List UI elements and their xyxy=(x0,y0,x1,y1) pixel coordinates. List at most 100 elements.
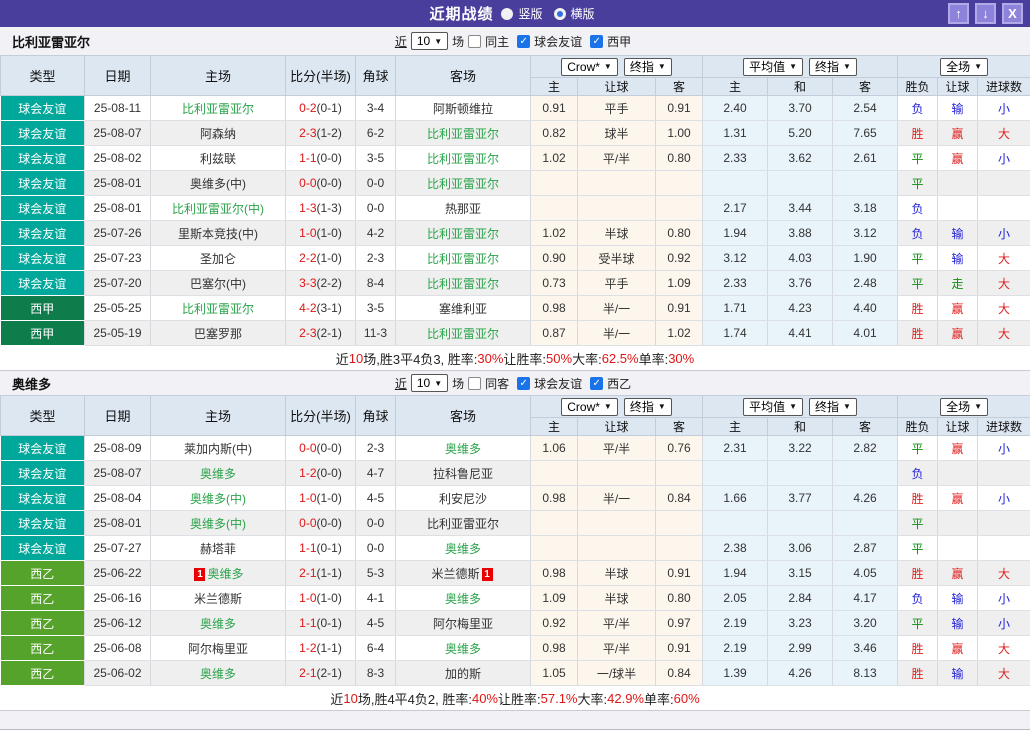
match-row: 西乙 25-06-08 阿尔梅里亚 1-2(1-1) 6-4 奥维多 0.98 … xyxy=(1,636,1030,661)
filter-league-checkbox[interactable]: ✓ xyxy=(590,35,603,48)
scope-select[interactable]: 全场▼ xyxy=(940,58,988,76)
result-handicap: 赢 xyxy=(938,296,978,321)
match-row: 西乙 25-06-22 1奥维多 2-1(1-1) 5-3 米兰德斯1 0.98… xyxy=(1,561,1030,586)
home-team: 圣加仑 xyxy=(151,246,286,271)
match-date: 25-06-02 xyxy=(85,661,151,686)
avg-away-odds: 1.90 xyxy=(833,246,898,271)
col-avg-draw: 和 xyxy=(768,78,833,96)
result-handicap xyxy=(938,536,978,561)
home-team: 巴塞尔(中) xyxy=(151,271,286,296)
avg-stage-select[interactable]: 终指▼ xyxy=(809,58,857,76)
bookmaker-select[interactable]: Crow*▼ xyxy=(561,398,618,416)
filter-controls: 近 10▼ 场 同客 ✓ 球会友谊 ✓ 西乙 xyxy=(0,374,1030,392)
bookmaker-select[interactable]: Crow*▼ xyxy=(561,58,618,76)
near-link[interactable]: 近 xyxy=(395,33,407,50)
col-avg-away: 客 xyxy=(833,418,898,436)
same-venue-checkbox[interactable] xyxy=(468,35,481,48)
summary-text: 大率: xyxy=(578,689,608,708)
match-row: 球会友谊 25-08-02 利兹联 1-1(0-0) 3-5 比利亚雷亚尔 1.… xyxy=(1,146,1030,171)
filter-friendly-checkbox[interactable]: ✓ xyxy=(517,377,530,390)
match-type-badge: 西乙 xyxy=(1,661,85,686)
result-goals xyxy=(978,511,1030,536)
avg-home-odds: 3.12 xyxy=(703,246,768,271)
chevron-down-icon: ▼ xyxy=(843,402,851,411)
odds-stage-select[interactable]: 终指▼ xyxy=(624,58,672,76)
move-up-button[interactable]: ↑ xyxy=(948,3,969,24)
score: 1-1(0-1) xyxy=(286,536,356,561)
avg-home-odds: 2.38 xyxy=(703,536,768,561)
score: 1-0(1-0) xyxy=(286,586,356,611)
result-handicap xyxy=(938,461,978,486)
near-link[interactable]: 近 xyxy=(395,375,407,392)
handicap-line xyxy=(578,461,656,486)
handicap-away-odds: 0.80 xyxy=(656,146,703,171)
match-type-badge: 球会友谊 xyxy=(1,196,85,221)
match-row: 球会友谊 25-08-01 比利亚雷亚尔(中) 1-3(1-3) 0-0 热那亚… xyxy=(1,196,1030,221)
fulltime-score: 0-0 xyxy=(299,516,316,530)
match-row: 球会友谊 25-07-26 里斯本竞技(中) 1-0(1-0) 4-2 比利亚雷… xyxy=(1,221,1030,246)
corner-score: 4-7 xyxy=(356,461,396,486)
result-handicap: 输 xyxy=(938,611,978,636)
handicap-line: 半/一 xyxy=(578,321,656,346)
handicap-home-odds xyxy=(531,461,578,486)
match-row: 西甲 25-05-19 巴塞罗那 2-3(2-1) 11-3 比利亚雷亚尔 0.… xyxy=(1,321,1030,346)
move-down-button[interactable]: ↓ xyxy=(975,3,996,24)
filter-friendly-label: 球会友谊 xyxy=(534,375,582,392)
col-score: 比分(半场) xyxy=(286,396,356,436)
summary-stat-value: 10 xyxy=(349,351,363,366)
match-count-select[interactable]: 10▼ xyxy=(411,374,448,392)
home-team: 比利亚雷亚尔(中) xyxy=(151,196,286,221)
summary-text: 近 xyxy=(336,349,349,368)
chevron-down-icon: ▼ xyxy=(434,37,442,46)
handicap-line: 平/半 xyxy=(578,146,656,171)
result-goals: 小 xyxy=(978,486,1030,511)
same-venue-checkbox[interactable] xyxy=(468,377,481,390)
match-date: 25-06-16 xyxy=(85,586,151,611)
fulltime-score: 1-1 xyxy=(299,151,316,165)
match-date: 25-06-08 xyxy=(85,636,151,661)
odds-stage-select[interactable]: 终指▼ xyxy=(624,398,672,416)
handicap-home-odds: 0.82 xyxy=(531,121,578,146)
recent-results-panel: 近期战绩 竖版 横版 ↑ ↓ X 比利亚雷亚尔 近 10▼ 场 同主 ✓ xyxy=(0,0,1030,730)
summary-row: 近10场,胜3平4负3, 胜率:30% 让胜率:50% 大率:62.5% 单率:… xyxy=(0,346,1030,371)
home-team: 利兹联 xyxy=(151,146,286,171)
average-select[interactable]: 平均值▼ xyxy=(743,58,803,76)
away-team: 米兰德斯1 xyxy=(396,561,531,586)
handicap-home-odds: 0.87 xyxy=(531,321,578,346)
layout-vertical-radio[interactable] xyxy=(501,8,513,20)
result-handicap: 赢 xyxy=(938,636,978,661)
match-count-select[interactable]: 10▼ xyxy=(411,32,448,50)
match-row: 球会友谊 25-08-09 莱加内斯(中) 0-0(0-0) 2-3 奥维多 1… xyxy=(1,436,1030,461)
avg-away-odds xyxy=(833,171,898,196)
filter-league-checkbox[interactable]: ✓ xyxy=(590,377,603,390)
home-team: 阿森纳 xyxy=(151,121,286,146)
result-handicap: 输 xyxy=(938,661,978,686)
handicap-away-odds: 0.91 xyxy=(656,561,703,586)
halftime-score: (0-0) xyxy=(317,466,342,480)
avg-stage-select[interactable]: 终指▼ xyxy=(809,398,857,416)
layout-horizontal-radio[interactable] xyxy=(554,8,566,20)
score: 1-1(0-1) xyxy=(286,611,356,636)
filter-friendly-checkbox[interactable]: ✓ xyxy=(517,35,530,48)
away-team: 比利亚雷亚尔 xyxy=(396,146,531,171)
handicap-line: 一/球半 xyxy=(578,661,656,686)
result-handicap xyxy=(938,196,978,221)
average-select[interactable]: 平均值▼ xyxy=(743,398,803,416)
handicap-home-odds: 0.98 xyxy=(531,636,578,661)
home-team: 比利亚雷亚尔 xyxy=(151,296,286,321)
col-date: 日期 xyxy=(85,396,151,436)
close-button[interactable]: X xyxy=(1002,3,1023,24)
match-date: 25-06-12 xyxy=(85,611,151,636)
result-wdl: 负 xyxy=(898,221,938,246)
chevron-down-icon: ▼ xyxy=(604,402,612,411)
avg-home-odds: 2.33 xyxy=(703,146,768,171)
col-avg-draw: 和 xyxy=(768,418,833,436)
corner-score: 3-5 xyxy=(356,296,396,321)
handicap-line: 半球 xyxy=(578,221,656,246)
handicap-away-odds: 0.84 xyxy=(656,486,703,511)
match-type-badge: 球会友谊 xyxy=(1,121,85,146)
away-team: 阿斯顿维拉 xyxy=(396,96,531,121)
scope-select[interactable]: 全场▼ xyxy=(940,398,988,416)
handicap-away-odds xyxy=(656,511,703,536)
away-team: 比利亚雷亚尔 xyxy=(396,221,531,246)
